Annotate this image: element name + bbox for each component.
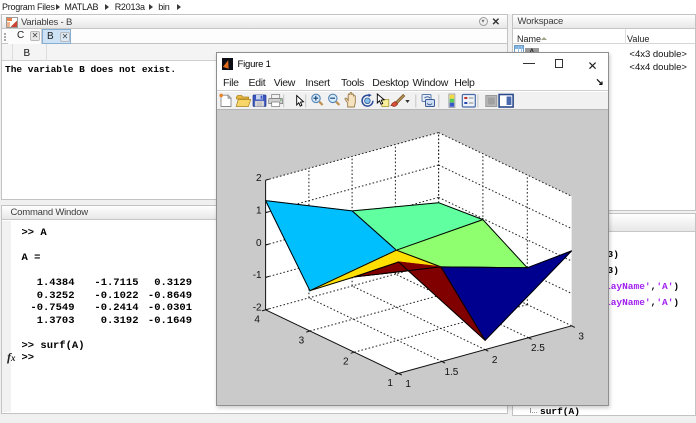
- svg-text:0: 0: [256, 238, 262, 249]
- svg-text:2: 2: [343, 357, 349, 368]
- svg-text:2: 2: [492, 355, 498, 366]
- svg-text:2.5: 2.5: [531, 343, 545, 354]
- svg-text:1: 1: [256, 206, 262, 217]
- svg-text:2: 2: [256, 173, 262, 184]
- svg-text:1: 1: [387, 378, 393, 389]
- svg-text:4: 4: [254, 314, 260, 325]
- svg-text:3: 3: [299, 336, 305, 347]
- svg-text:1: 1: [405, 379, 411, 390]
- svg-text:3: 3: [578, 331, 584, 342]
- svg-text:-2: -2: [253, 303, 262, 314]
- svg-text:-1: -1: [253, 270, 262, 281]
- svg-text:1.5: 1.5: [444, 367, 458, 378]
